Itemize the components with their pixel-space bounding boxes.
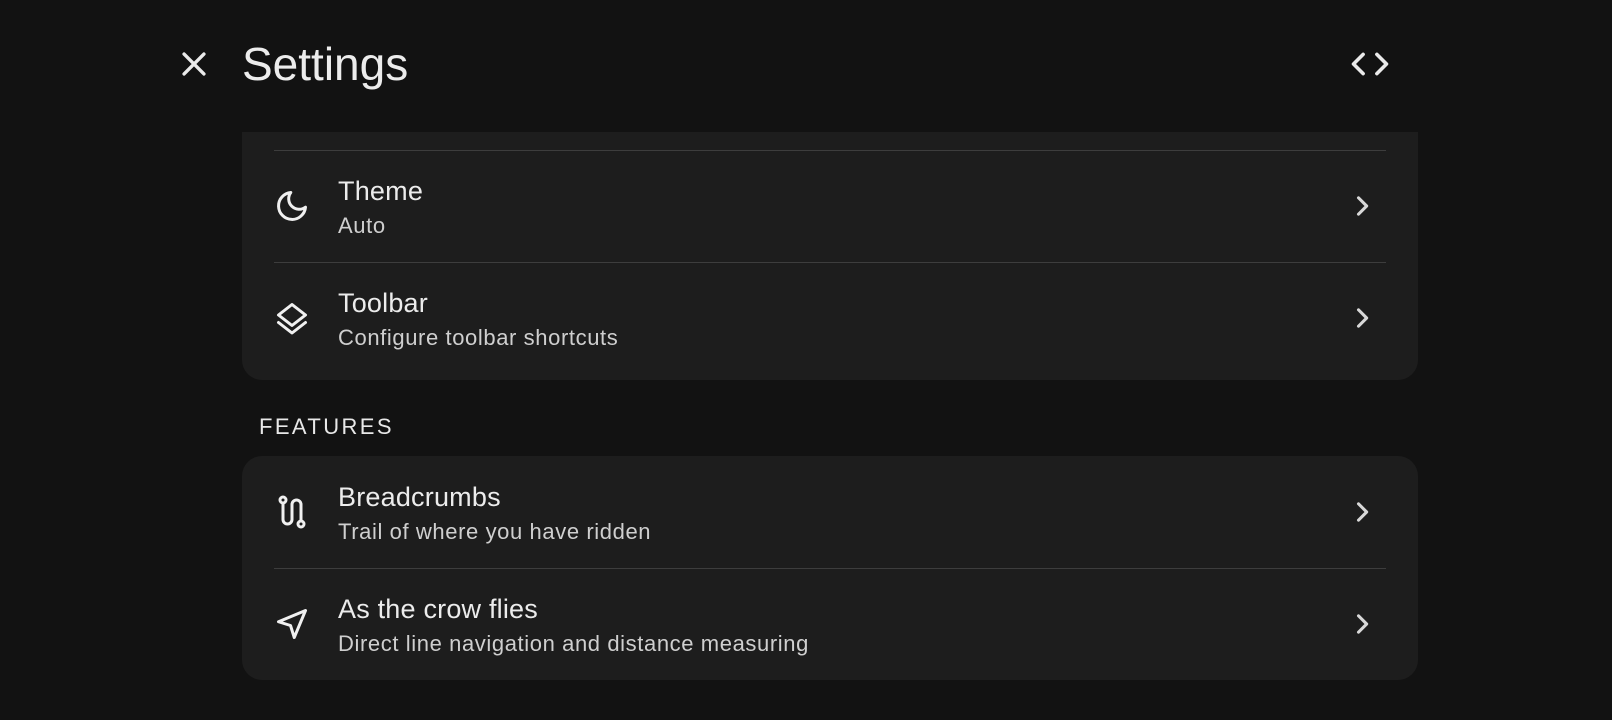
theme-title: Theme [338,176,424,206]
chevron-right-icon [1346,608,1378,640]
crow-flies-row[interactable]: As the crow flies Direct line navigation… [242,568,1418,680]
code-icon [1351,52,1389,76]
page-title: Settings [242,38,409,90]
close-icon [182,52,206,76]
navigation-arrow-icon [272,604,312,644]
breadcrumbs-subtitle: Trail of where you have ridden [338,519,652,544]
divider [274,568,1386,569]
breadcrumbs-title: Breadcrumbs [338,482,501,512]
divider [274,150,1386,151]
divider [274,262,1386,263]
chevron-right-icon [1346,496,1378,528]
chevron-right-icon [1346,302,1378,334]
code-button[interactable] [1346,40,1394,88]
breadcrumbs-row[interactable]: Breadcrumbs Trail of where you have ridd… [242,456,1418,568]
toolbar-row[interactable]: Toolbar Configure toolbar shortcuts [242,262,1418,374]
theme-value: Auto [338,213,386,238]
crow-flies-subtitle: Direct line navigation and distance meas… [338,631,809,656]
features-section-label: FEATURES [259,414,394,439]
toolbar-title: Toolbar [338,288,428,318]
close-button[interactable] [170,40,218,88]
route-icon [272,492,312,532]
features-card: Breadcrumbs Trail of where you have ridd… [242,456,1418,680]
app-header: Settings [0,0,1612,132]
moon-icon [272,186,312,226]
chevron-right-icon [1346,190,1378,222]
theme-row[interactable]: Theme Auto [242,150,1418,262]
appearance-card: Theme Auto Toolbar Configure toolbar sho… [242,100,1418,380]
layers-icon [272,298,312,338]
settings-page: Theme Auto Toolbar Configure toolbar sho… [0,0,1612,720]
toolbar-subtitle: Configure toolbar shortcuts [338,325,619,350]
crow-flies-title: As the crow flies [338,594,538,624]
